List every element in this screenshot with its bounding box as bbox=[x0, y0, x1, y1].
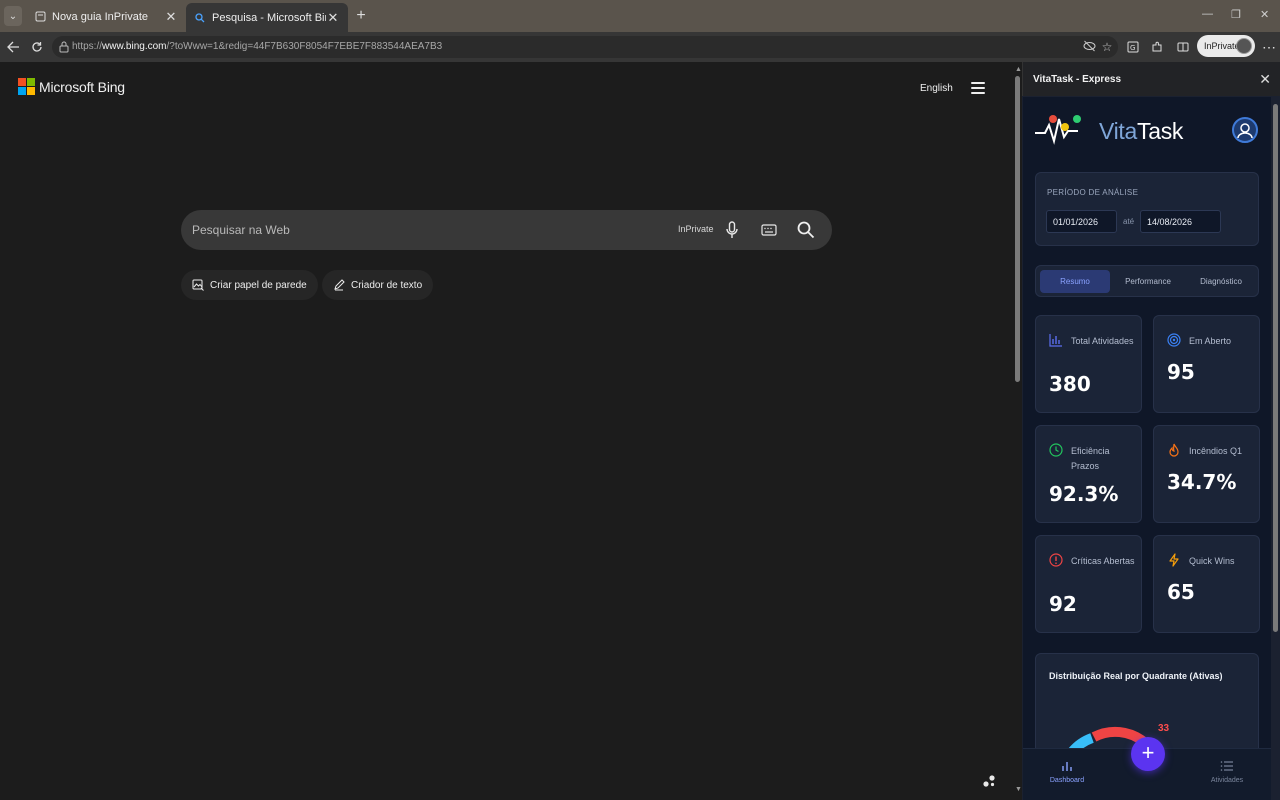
bing-logo[interactable]: Microsoft Bing bbox=[18, 78, 125, 95]
hamburger-menu-icon[interactable] bbox=[971, 82, 985, 94]
address-bar[interactable]: https://www.bing.com/?toWww=1&redig=44F7… bbox=[52, 36, 1118, 58]
page-scrollbar[interactable]: ▲ ▼ bbox=[1014, 62, 1022, 800]
side-panel-header: VitaTask - Express ✕ bbox=[1022, 62, 1280, 96]
kpi-value: 34.7% bbox=[1167, 470, 1237, 494]
kpi-value: 95 bbox=[1167, 360, 1195, 384]
app-logo: VitaTask bbox=[1035, 111, 1183, 151]
end-date-field[interactable]: 14/08/2026 bbox=[1140, 210, 1221, 233]
favorite-star-icon[interactable]: ☆ bbox=[1100, 40, 1114, 54]
kpi-critical-open[interactable]: Críticas Abertas 92 bbox=[1035, 535, 1142, 633]
tab-label: Pesquisa - Microsoft Bing bbox=[212, 11, 326, 24]
side-panel-title: VitaTask - Express bbox=[1033, 74, 1122, 85]
kpi-fires-q1[interactable]: Incêndios Q1 34.7% bbox=[1153, 425, 1260, 523]
close-panel-icon[interactable]: ✕ bbox=[1259, 71, 1271, 88]
microsoft-logo-icon bbox=[18, 78, 35, 95]
microphone-icon[interactable] bbox=[721, 219, 743, 241]
kpi-quick-wins[interactable]: Quick Wins 65 bbox=[1153, 535, 1260, 633]
refresh-icon[interactable] bbox=[28, 38, 46, 56]
keyboard-icon[interactable] bbox=[758, 219, 780, 241]
kpi-value: 380 bbox=[1049, 372, 1091, 396]
kpi-label: Total Atividades bbox=[1071, 336, 1134, 346]
search-box[interactable]: Pesquisar na Web InPrivate bbox=[181, 210, 832, 250]
start-date-field[interactable]: 01/01/2026 bbox=[1046, 210, 1117, 233]
nav-dashboard[interactable]: Dashboard bbox=[1037, 759, 1097, 784]
close-window-icon[interactable]: ✕ bbox=[1260, 8, 1269, 21]
lightning-icon bbox=[1167, 553, 1181, 567]
heartbeat-logo-icon bbox=[1035, 115, 1081, 145]
kpi-open[interactable]: Em Aberto 95 bbox=[1153, 315, 1260, 413]
flame-icon bbox=[1167, 443, 1181, 457]
split-screen-icon[interactable] bbox=[1174, 38, 1192, 56]
text-creator-chip[interactable]: Criador de texto bbox=[322, 270, 434, 300]
user-avatar[interactable] bbox=[1232, 117, 1258, 143]
nav-activities[interactable]: Atividades bbox=[1197, 759, 1257, 784]
period-card: PERÍODO DE ANÁLISE 01/01/2026 até 14/08/… bbox=[1035, 172, 1259, 246]
extensions-puzzle-icon[interactable] bbox=[1148, 38, 1166, 56]
create-wallpaper-chip[interactable]: Criar papel de parede bbox=[181, 270, 318, 300]
kpi-label: Críticas Abertas bbox=[1071, 556, 1135, 566]
kpi-label: Eficiência Prazos bbox=[1071, 446, 1110, 471]
browser-toolbar: https://www.bing.com/?toWww=1&redig=44F7… bbox=[0, 32, 1280, 62]
tab-strip: ⌄ Nova guia InPrivate ✕ Pesquisa - Micro… bbox=[0, 0, 1280, 32]
app-name: VitaTask bbox=[1099, 117, 1184, 144]
period-label: PERÍODO DE ANÁLISE bbox=[1047, 188, 1139, 197]
tab-actions-menu-button[interactable]: ⌄ bbox=[4, 6, 22, 26]
clock-icon bbox=[1049, 443, 1063, 457]
inprivate-tag: InPrivate bbox=[678, 224, 714, 234]
close-tab-icon[interactable]: ✕ bbox=[164, 9, 178, 25]
page-icon bbox=[34, 11, 46, 23]
new-tab-button[interactable]: + bbox=[352, 6, 370, 26]
scroll-up-arrow-icon[interactable]: ▲ bbox=[1015, 66, 1022, 73]
alert-icon bbox=[1049, 553, 1063, 567]
scrollbar-thumb[interactable] bbox=[1015, 76, 1020, 382]
vitatask-app: VitaTask PERÍODO DE ANÁLISE 01/01/2026 a… bbox=[1023, 97, 1271, 800]
dashboard-chart-icon bbox=[1060, 759, 1074, 773]
target-icon bbox=[1167, 333, 1181, 347]
kpi-label: Incêndios Q1 bbox=[1189, 446, 1243, 456]
kpi-label: Em Aberto bbox=[1189, 336, 1232, 346]
scrollbar-thumb[interactable] bbox=[1273, 104, 1278, 632]
feedback-icon[interactable] bbox=[982, 774, 996, 788]
more-options-icon[interactable]: ⋯ bbox=[1260, 38, 1278, 56]
restore-icon[interactable]: ❐ bbox=[1231, 8, 1241, 21]
language-link[interactable]: English bbox=[920, 83, 953, 94]
kpi-value: 65 bbox=[1167, 580, 1195, 604]
kpi-total-activities[interactable]: Total Atividades 380 bbox=[1035, 315, 1142, 413]
minimize-icon[interactable]: — bbox=[1202, 8, 1213, 20]
side-panel: VitaTask - Express ✕ VitaTask PERÍODO DE… bbox=[1022, 62, 1280, 800]
date-separator: até bbox=[1123, 217, 1135, 226]
tab-performance[interactable]: Performance bbox=[1112, 270, 1184, 293]
tab-resumo[interactable]: Resumo bbox=[1040, 270, 1110, 293]
tab-label: Nova guia InPrivate bbox=[52, 10, 148, 23]
list-icon bbox=[1220, 759, 1234, 773]
bing-page: Microsoft Bing English Pesquisar na Web … bbox=[0, 62, 1014, 800]
kpi-label: Quick Wins bbox=[1189, 556, 1235, 566]
kpi-deadline-efficiency[interactable]: Eficiência Prazos 92.3% bbox=[1035, 425, 1142, 523]
url-text: https://www.bing.com/?toWww=1&redig=44F7… bbox=[72, 41, 443, 52]
search-icon[interactable] bbox=[795, 219, 817, 241]
bar-chart-icon bbox=[1049, 333, 1063, 347]
tab-new-inprivate[interactable]: Nova guia InPrivate ✕ bbox=[26, 3, 186, 30]
tracking-prevention-icon[interactable] bbox=[1082, 40, 1096, 54]
tab-diagnostico[interactable]: Diagnóstico bbox=[1186, 270, 1256, 293]
wallpaper-icon bbox=[192, 279, 204, 291]
view-tabs: Resumo Performance Diagnóstico bbox=[1035, 265, 1259, 297]
close-tab-icon[interactable]: ✕ bbox=[326, 10, 340, 26]
site-info-icon[interactable] bbox=[58, 40, 70, 54]
tab-bing-search[interactable]: Pesquisa - Microsoft Bing ✕ bbox=[186, 3, 348, 32]
add-activity-button[interactable]: + bbox=[1131, 737, 1165, 771]
extension-icon[interactable]: G bbox=[1124, 38, 1142, 56]
search-favicon-icon bbox=[194, 12, 206, 24]
avatar bbox=[1236, 38, 1252, 54]
back-arrow-icon[interactable] bbox=[4, 38, 22, 56]
inprivate-profile-button[interactable]: InPrivate bbox=[1197, 35, 1255, 57]
scroll-down-arrow-icon[interactable]: ▼ bbox=[1015, 786, 1022, 793]
kpi-value: 92 bbox=[1049, 592, 1077, 616]
panel-scrollbar[interactable] bbox=[1272, 98, 1279, 798]
kpi-value: 92.3% bbox=[1049, 482, 1119, 506]
pen-icon bbox=[333, 279, 345, 291]
search-input[interactable]: Pesquisar na Web bbox=[192, 223, 290, 237]
svg-text:G: G bbox=[1130, 44, 1135, 52]
